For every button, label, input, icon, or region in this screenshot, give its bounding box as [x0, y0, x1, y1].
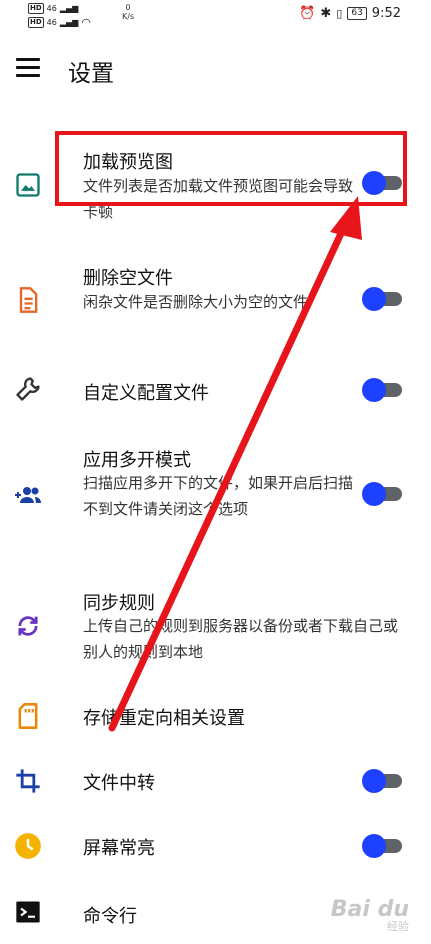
annotation-arrow [108, 196, 362, 732]
watermark: Bai du 经验 [331, 897, 409, 934]
